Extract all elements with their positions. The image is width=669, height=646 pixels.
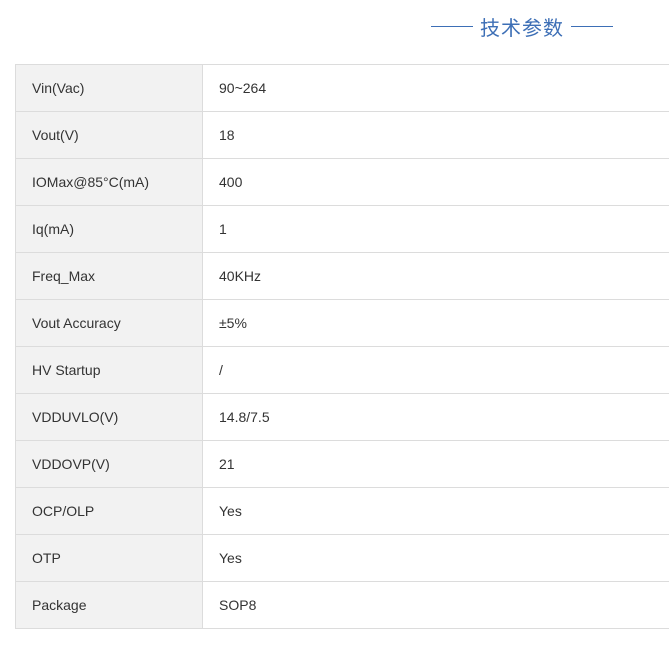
param-label: Vout Accuracy <box>15 299 203 347</box>
param-value: 21 <box>202 440 669 488</box>
param-value: 90~264 <box>202 64 669 112</box>
param-label: VDDUVLO(V) <box>15 393 203 441</box>
param-value: Yes <box>202 487 669 535</box>
param-label: HV Startup <box>15 346 203 394</box>
param-value: / <box>202 346 669 394</box>
section-heading: 技术参数 <box>431 12 613 40</box>
param-label: IOMax@85°C(mA) <box>15 158 203 206</box>
table-row: VDDOVP(V) 21 <box>15 440 669 488</box>
table-row: Freq_Max 40KHz <box>15 252 669 300</box>
heading-left-rule <box>431 25 473 27</box>
section-title: 技术参数 <box>480 15 564 40</box>
table-row: Package SOP8 <box>15 581 669 629</box>
table-row: HV Startup / <box>15 346 669 394</box>
table-row: VDDUVLO(V) 14.8/7.5 <box>15 393 669 441</box>
param-value: 40KHz <box>202 252 669 300</box>
table-row: OTP Yes <box>15 534 669 582</box>
param-label: OTP <box>15 534 203 582</box>
param-value: ±5% <box>202 299 669 347</box>
param-value: 400 <box>202 158 669 206</box>
param-label: Package <box>15 581 203 629</box>
table-row: Iq(mA) 1 <box>15 205 669 253</box>
table-row: Vout Accuracy ±5% <box>15 299 669 347</box>
param-value: 18 <box>202 111 669 159</box>
table-row: OCP/OLP Yes <box>15 487 669 535</box>
spec-page: 技术参数 Vin(Vac) 90~264 Vout(V) 18 IOMax@85… <box>0 0 669 646</box>
table-row: IOMax@85°C(mA) 400 <box>15 158 669 206</box>
param-value: 14.8/7.5 <box>202 393 669 441</box>
param-value: Yes <box>202 534 669 582</box>
param-value: 1 <box>202 205 669 253</box>
param-label: VDDOVP(V) <box>15 440 203 488</box>
param-label: Vout(V) <box>15 111 203 159</box>
spec-table: Vin(Vac) 90~264 Vout(V) 18 IOMax@85°C(mA… <box>15 64 669 629</box>
param-label: OCP/OLP <box>15 487 203 535</box>
heading-right-rule <box>571 25 613 27</box>
param-label: Iq(mA) <box>15 205 203 253</box>
table-row: Vout(V) 18 <box>15 111 669 159</box>
param-label: Freq_Max <box>15 252 203 300</box>
param-value: SOP8 <box>202 581 669 629</box>
param-label: Vin(Vac) <box>15 64 203 112</box>
table-row: Vin(Vac) 90~264 <box>15 64 669 112</box>
